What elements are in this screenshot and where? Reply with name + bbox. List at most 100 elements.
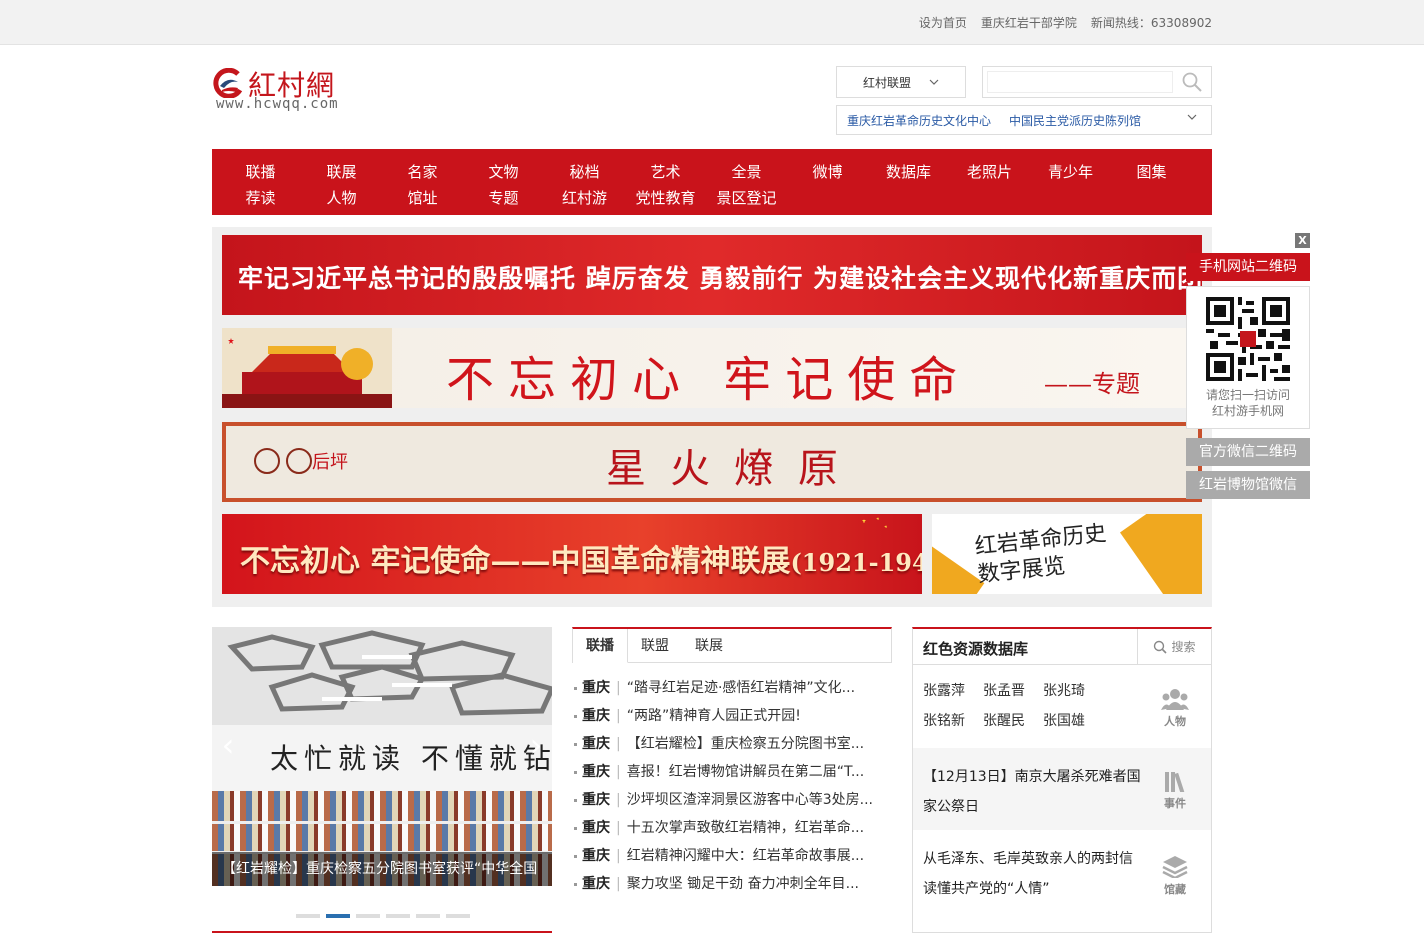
nav-item[interactable]: 联展 [301, 159, 382, 185]
search-input[interactable] [987, 71, 1173, 93]
union-dropdown[interactable]: 红村联盟 [836, 66, 966, 98]
tab-broadcast[interactable]: 联播 [573, 629, 628, 663]
wechat-qr-button[interactable]: 官方微信二维码 [1186, 438, 1310, 466]
news-item[interactable]: 重庆 | 聚力攻坚 锄足干劲 奋力冲刺全年目... [572, 870, 892, 898]
news-item[interactable]: 重庆 | 沙坪坝区渣滓洞景区游客中心等3处房... [572, 786, 892, 814]
news-title[interactable]: 【红岩耀检】重庆检察五分院图书室... [627, 736, 864, 752]
news-item[interactable]: 重庆 | “两路”精神育人园正式开园! [572, 702, 892, 730]
nav-item[interactable]: 景区登记 [706, 185, 787, 211]
nav-item[interactable]: 青少年 [1030, 159, 1111, 185]
news-tag[interactable]: 重庆 [582, 680, 610, 696]
nav-column: 联播 荐读 [220, 159, 301, 211]
database-people: 张露萍 张孟晋 张兆琦张铭新 张醒民 张国雄 人物 [913, 666, 1211, 748]
museum-dropdown[interactable]: 重庆红岩革命历史文化中心 中国民主党派历史陈列馆 [836, 105, 1212, 135]
academy-link[interactable]: 重庆红岩干部学院 [981, 14, 1077, 31]
slide-pagination [296, 914, 470, 918]
site-logo[interactable]: 紅村網 www.hcwqq.com [212, 66, 352, 114]
event-category[interactable]: 事件 [1157, 770, 1193, 811]
news-tag[interactable]: 重庆 [582, 820, 610, 836]
slide-dot[interactable] [386, 914, 410, 918]
nav-item[interactable]: 专题 [463, 185, 544, 211]
person-link[interactable]: 张醒民 [983, 710, 1025, 730]
people-category[interactable]: 人物 [1157, 688, 1193, 729]
nav-item[interactable]: 人物 [301, 185, 382, 211]
news-title[interactable]: “踏寻红岩足迹·感悟红岩精神”文化... [627, 680, 855, 696]
slide-dot[interactable] [326, 914, 350, 918]
banner-slogan[interactable]: 牢记习近平总书记的殷殷嘱托 踔厉奋发 勇毅前行 为建设社会主义现代化新重庆而团结… [222, 235, 1202, 315]
nav-item[interactable]: 党性教育 [625, 185, 706, 211]
nav-item[interactable]: 微博 [787, 159, 868, 185]
news-item[interactable]: 重庆 | 十五次掌声致敬红岩精神，红岩革命... [572, 814, 892, 842]
slide-calligraphy: 太忙就读 不懂就钻 [270, 742, 552, 775]
museum-option-2[interactable]: 中国民主党派历史陈列馆 [1009, 112, 1141, 129]
news-tabs: 联播 联盟 联展 [572, 627, 892, 663]
person-link[interactable]: 张铭新 [923, 710, 965, 730]
slide-caption[interactable]: 【红岩耀检】重庆检察五分院图书室获评“中华全国 [212, 852, 552, 886]
news-tag[interactable]: 重庆 [582, 708, 610, 724]
slide-dot[interactable] [446, 914, 470, 918]
nav-item[interactable]: 馆址 [382, 185, 463, 211]
news-tag[interactable]: 重庆 [582, 848, 610, 864]
nav-item[interactable]: 老照片 [949, 159, 1030, 185]
news-tag[interactable]: 重庆 [582, 876, 610, 892]
banner-spark[interactable]: 后坪 星火燎原 [222, 422, 1202, 502]
museum-option-1[interactable]: 重庆红岩革命历史文化中心 [847, 112, 991, 129]
nav-item[interactable]: 荐读 [220, 185, 301, 211]
mobile-qr-tab[interactable]: 手机网站二维码 [1186, 253, 1310, 281]
books-icon [1165, 772, 1185, 794]
nav-item[interactable]: 文物 [463, 159, 544, 185]
person-link[interactable]: 张兆琦 [1043, 680, 1085, 700]
ceiling-lights-image [212, 627, 552, 737]
news-tag[interactable]: 重庆 [582, 736, 610, 752]
person-link[interactable]: 张孟晋 [983, 680, 1025, 700]
tab-alliance[interactable]: 联盟 [628, 629, 682, 662]
banner-original-aspiration[interactable]: 不忘初心 牢记使命 ——专题 [222, 328, 1202, 408]
news-tag[interactable]: 重庆 [582, 764, 610, 780]
banner-revolution-spirit[interactable]: 不忘初心 牢记使命——中国革命精神联展(1921-1949) [222, 514, 922, 594]
nav-item[interactable]: 联播 [220, 159, 301, 185]
news-item[interactable]: 重庆 | 喜报！红岩博物馆讲解员在第二届“T... [572, 758, 892, 786]
nav-item[interactable]: 数据库 [868, 159, 949, 185]
nav-item[interactable]: 秘档 [544, 159, 625, 185]
nav-item[interactable]: 红村游 [544, 185, 625, 211]
banner-digital-text: 红岩革命历史数字展览 [973, 521, 1108, 588]
slide-dot[interactable] [296, 914, 320, 918]
news-title[interactable]: 喜报！红岩博物馆讲解员在第二届“T... [627, 764, 865, 780]
collection-category[interactable]: 馆藏 [1157, 854, 1193, 897]
news-item[interactable]: 重庆 | 红岩精神闪耀中大：红岩革命故事展... [572, 842, 892, 870]
news-title[interactable]: 聚力攻坚 锄足干劲 奋力冲刺全年目... [627, 876, 859, 892]
nav-item[interactable]: 全景 [706, 159, 787, 185]
collection-link[interactable]: 从毛泽东、毛岸英致亲人的两封信读懂共产党的“人情” [923, 844, 1143, 904]
slide-dot[interactable] [416, 914, 440, 918]
seal-icon [254, 448, 280, 474]
houping-logo: 后坪 [312, 452, 348, 473]
database-search-button[interactable]: 搜索 [1137, 629, 1211, 664]
news-item[interactable]: 重庆 | 【红岩耀检】重庆检察五分院图书室... [572, 730, 892, 758]
search-icon [1154, 640, 1168, 654]
nav-item[interactable]: 艺术 [625, 159, 706, 185]
layers-icon [1162, 856, 1188, 880]
tab-exhibition[interactable]: 联展 [682, 629, 736, 662]
search-icon[interactable] [1181, 71, 1203, 93]
nav-item[interactable]: 名家 [382, 159, 463, 185]
slide-prev-arrow-icon[interactable]: ‹ [216, 725, 240, 765]
banner-digital-exhibition[interactable]: 红岩革命历史数字展览 [932, 514, 1202, 594]
news-title[interactable]: 红岩精神闪耀中大：红岩革命故事展... [627, 848, 864, 864]
museum-wechat-button[interactable]: 红岩博物馆微信 [1186, 471, 1310, 499]
slide-dot[interactable] [356, 914, 380, 918]
red-resource-database: 红色资源数据库 搜索 张露萍 张孟晋 张兆琦 张铭新 张醒民 张国雄 人物 【12月13日… [912, 627, 1212, 933]
news-item[interactable]: 重庆 | “踏寻红岩足迹·感悟红岩精神”文化... [572, 674, 892, 702]
banner-aspiration-sub: ——专题 [1044, 370, 1140, 398]
news-tag[interactable]: 重庆 [582, 792, 610, 808]
event-link[interactable]: 【12月13日】南京大屠杀死难者国家公祭日 [923, 762, 1143, 822]
slide-next-arrow-icon[interactable]: › [524, 725, 548, 765]
news-title[interactable]: 十五次掌声致敬红岩精神，红岩革命... [627, 820, 864, 836]
person-link[interactable]: 张国雄 [1043, 710, 1085, 730]
set-home-link[interactable]: 设为首页 [919, 14, 967, 31]
news-title[interactable]: “两路”精神育人园正式开园! [627, 708, 801, 724]
nav-item[interactable]: 图集 [1111, 159, 1192, 185]
qr-close-button[interactable]: X [1295, 233, 1310, 248]
news-title[interactable]: 沙坪坝区渣滓洞景区游客中心等3处房... [627, 792, 873, 808]
person-link[interactable]: 张露萍 [923, 680, 965, 700]
news-slideshow[interactable]: 太忙就读 不懂就钻 ‹ › 【红岩耀检】重庆检察五分院图书室获评“中华全国 [212, 627, 552, 886]
